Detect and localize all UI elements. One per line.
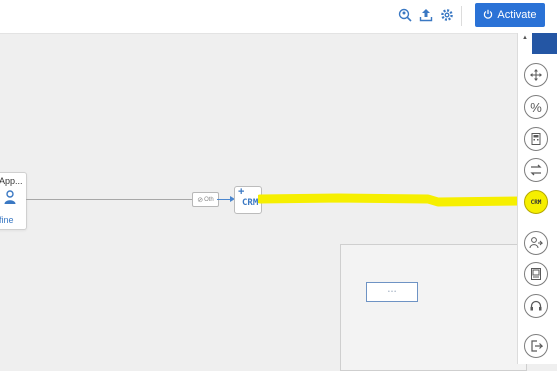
minimap-viewport[interactable]: • • •	[366, 282, 418, 302]
plus-icon: +	[238, 186, 245, 198]
route-icon	[530, 164, 542, 176]
power-icon	[483, 9, 493, 22]
move-icon	[530, 69, 542, 81]
flow-connector-out	[217, 199, 231, 200]
screen-icon	[531, 268, 541, 280]
condition-label: Oth	[204, 196, 214, 203]
scrollbar-thumb[interactable]	[532, 33, 557, 54]
activate-button[interactable]: Activate	[475, 3, 545, 27]
source-node[interactable]: App... fine	[0, 172, 27, 230]
activate-label: Activate	[497, 9, 537, 21]
top-bar: Activate	[0, 0, 557, 34]
scroll-up-icon[interactable]: ▲	[522, 35, 528, 41]
highlight-stroke	[258, 193, 525, 207]
crm-tool[interactable]: CRM	[524, 190, 548, 214]
percent-tool[interactable]: %	[524, 95, 548, 119]
calculator-icon	[531, 133, 541, 145]
move-tool[interactable]	[524, 63, 548, 87]
route-tool[interactable]	[524, 158, 548, 182]
flow-connector	[26, 199, 192, 200]
source-node-subtitle: fine	[0, 215, 14, 225]
exit-icon	[531, 340, 543, 352]
user-icon	[3, 190, 17, 211]
source-node-title: App...	[0, 176, 23, 186]
crm-icon: CRM	[530, 198, 542, 206]
transfer-tool[interactable]	[524, 231, 548, 255]
upload-icon[interactable]	[418, 7, 434, 23]
settings-icon[interactable]	[439, 7, 455, 23]
calculator-tool[interactable]	[524, 127, 548, 151]
transfer-icon	[529, 237, 543, 249]
condition-icon: ⊘	[197, 196, 204, 204]
crm-node[interactable]: + CRM	[234, 186, 262, 214]
exit-tool[interactable]	[524, 334, 548, 358]
percent-icon: %	[530, 99, 542, 115]
screen-tool[interactable]	[524, 262, 548, 286]
agent-tool[interactable]	[524, 294, 548, 318]
search-user-icon[interactable]	[397, 7, 413, 23]
headset-icon	[530, 300, 542, 311]
header-divider	[461, 6, 462, 26]
crm-node-label: CRM	[242, 198, 259, 208]
condition-chip[interactable]: ⊘ Oth	[192, 192, 219, 207]
flow-canvas[interactable]: App... fine ⊘ Oth + CRM • • •	[0, 34, 527, 371]
overview-panel: • • •	[340, 244, 527, 371]
